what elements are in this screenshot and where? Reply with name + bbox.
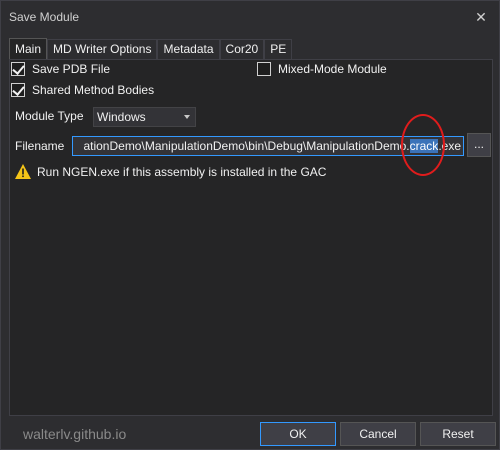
tab-metadata[interactable]: Metadata: [157, 39, 220, 59]
filename-prefix: ationDemo\ManipulationDemo\bin\Debug\Man…: [83, 139, 410, 153]
filename-label: Filename: [15, 139, 65, 153]
cancel-button[interactable]: Cancel: [340, 422, 416, 446]
ngen-warning: Run NGEN.exe if this assembly is install…: [15, 164, 326, 179]
module-type-label: Module Type: [15, 109, 84, 123]
tab-pe[interactable]: PE: [264, 39, 293, 59]
module-type-select[interactable]: Windows: [93, 107, 196, 127]
reset-button[interactable]: Reset: [420, 422, 496, 446]
tab-main[interactable]: Main: [9, 38, 48, 59]
browse-button[interactable]: ...: [467, 133, 491, 157]
ok-button[interactable]: OK: [260, 422, 336, 446]
title-bar: Save Module ✕: [1, 1, 499, 33]
window-title: Save Module: [9, 10, 80, 24]
save-pdb-checkbox[interactable]: [11, 62, 25, 76]
chevron-down-icon: [184, 115, 190, 119]
tab-cor20[interactable]: Cor20: [219, 39, 265, 59]
tab-md-writer-options[interactable]: MD Writer Options: [47, 39, 158, 59]
shared-method-bodies-label: Shared Method Bodies: [32, 83, 155, 97]
warning-text: Run NGEN.exe if this assembly is install…: [37, 164, 327, 179]
mixed-mode-checkbox-row[interactable]: Mixed-Mode Module: [257, 62, 387, 76]
mixed-mode-checkbox[interactable]: [257, 62, 271, 76]
save-module-dialog: Save Module ✕ Main MD Writer Options Met…: [0, 0, 500, 450]
close-icon[interactable]: ✕: [471, 7, 491, 27]
save-pdb-label: Save PDB File: [32, 62, 111, 76]
red-circle-annotation: [401, 114, 445, 176]
module-type-value: Windows: [97, 110, 146, 124]
tab-strip: Main MD Writer Options Metadata Cor20 PE: [9, 38, 293, 59]
mixed-mode-label: Mixed-Mode Module: [278, 62, 387, 76]
shared-method-bodies-checkbox-row[interactable]: Shared Method Bodies: [11, 83, 154, 97]
shared-method-bodies-checkbox[interactable]: [11, 83, 25, 97]
save-pdb-checkbox-row[interactable]: Save PDB File: [11, 62, 110, 76]
warning-icon: [15, 164, 31, 179]
watermark-text: walterlv.github.io: [23, 426, 127, 442]
